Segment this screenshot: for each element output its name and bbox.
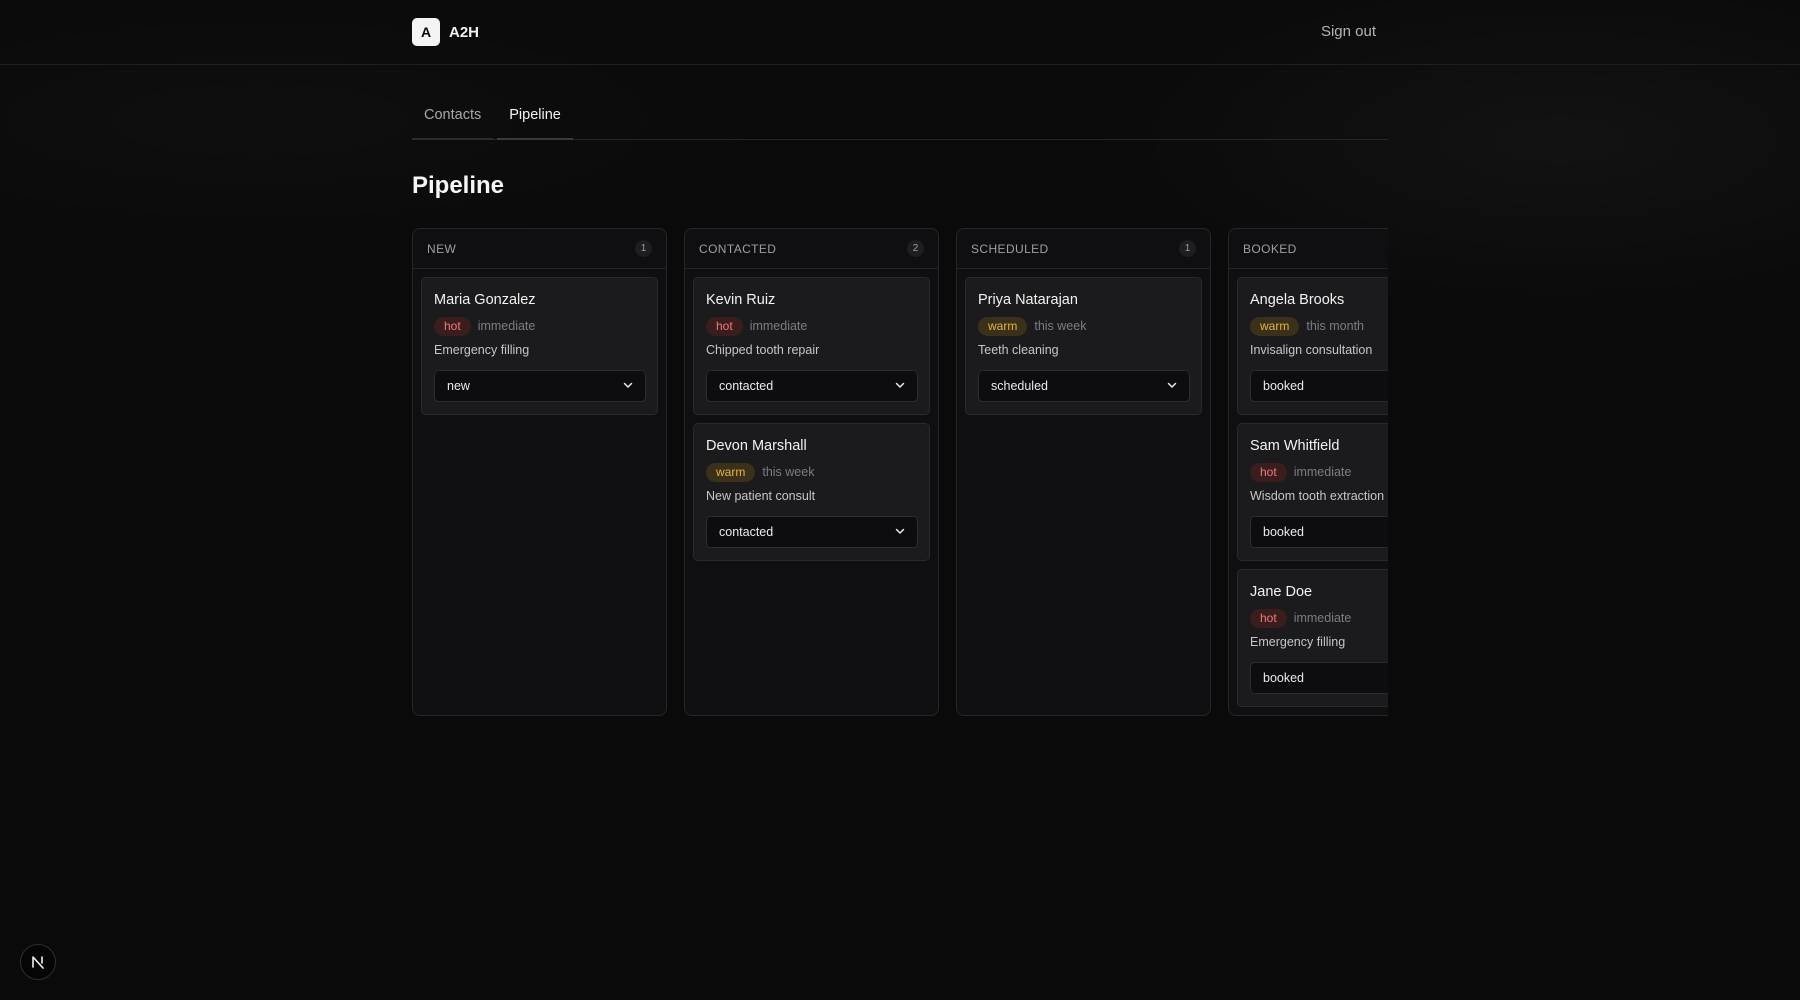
column-count-badge: 2 (907, 240, 924, 257)
timing-label: this week (1034, 319, 1087, 333)
status-select[interactable]: booked (1250, 370, 1388, 402)
chevron-down-icon (895, 379, 905, 393)
column-title: NEW (427, 241, 457, 256)
service-description: Emergency filling (434, 343, 530, 357)
card-list: Angela Brooks warm this month Invisalign co… (1229, 269, 1388, 715)
card-meta: hot immediate (1250, 608, 1388, 628)
temperature-badge: hot (1250, 462, 1287, 482)
status-select[interactable]: scheduled (978, 370, 1190, 402)
timing-label: immediate (477, 319, 536, 333)
contact-card[interactable]: Angela Brooks warm this month Invisalign co… (1237, 277, 1388, 415)
status-select-value: contacted (719, 525, 774, 539)
contact-name: Sam Whitfield (1250, 438, 1340, 454)
service-description: Teeth cleaning (978, 343, 1059, 357)
temperature-badge: hot (434, 316, 471, 336)
card-meta: warm this week (978, 316, 1189, 336)
n-glyph-icon (32, 956, 44, 969)
timing-label: this month (1306, 319, 1365, 333)
column-title: SCHEDULED (971, 241, 1049, 256)
column-header: BOOKED (1229, 229, 1388, 269)
contact-card[interactable]: Devon Marshall warm this week New patient c… (693, 423, 930, 561)
pipeline-column-new: NEW 1 Maria Gonzalez hot immediate Emergency … (412, 228, 667, 716)
card-meta: hot immediate (434, 316, 645, 336)
temperature-badge: warm (1250, 316, 1300, 336)
card-list: Priya Natarajan warm this week Teeth cleani… (957, 269, 1210, 423)
column-header: CONTACTED 2 (685, 229, 938, 269)
temperature-badge: hot (1250, 608, 1287, 628)
service-description: Invisalign consultation (1250, 343, 1373, 357)
pipeline-column-contacted: CONTACTED 2 Kevin Ruiz hot immediate Chipped … (684, 228, 939, 716)
column-title: CONTACTED (699, 241, 777, 256)
status-select-value: scheduled (991, 379, 1048, 393)
sign-out-button[interactable]: Sign out (1321, 23, 1376, 40)
timing-label: immediate (749, 319, 808, 333)
status-select-value: booked (1263, 671, 1305, 685)
nav-tabs: Contacts Pipeline (412, 97, 1388, 140)
column-header: NEW 1 (413, 229, 666, 269)
timing-label: this week (762, 465, 815, 479)
service-description: Emergency filling (1250, 635, 1346, 649)
card-meta: warm this week (706, 462, 917, 482)
contact-name: Priya Natarajan (978, 292, 1078, 308)
column-title: BOOKED (1243, 241, 1297, 256)
status-select-value: booked (1263, 379, 1305, 393)
brand-logo-icon: A (412, 18, 440, 46)
status-select[interactable]: contacted (706, 370, 918, 402)
contact-card[interactable]: Maria Gonzalez hot immediate Emergency fill… (421, 277, 658, 415)
pipeline-column-scheduled: SCHEDULED 1 Priya Natarajan warm this week Te… (956, 228, 1211, 716)
chevron-down-icon (1167, 379, 1177, 393)
card-list: Maria Gonzalez hot immediate Emergency fill… (413, 269, 666, 423)
contact-card[interactable]: Jane Doe hot immediate Emergency filling boo… (1237, 569, 1388, 707)
status-select[interactable]: booked (1250, 516, 1388, 548)
status-select[interactable]: contacted (706, 516, 918, 548)
temperature-badge: warm (706, 462, 756, 482)
contact-name: Kevin Ruiz (706, 292, 776, 308)
chevron-down-icon (623, 379, 633, 393)
brand[interactable]: A A2H (412, 18, 479, 46)
contact-name: Devon Marshall (706, 438, 807, 454)
nextjs-n-icon[interactable] (20, 944, 56, 980)
status-select[interactable]: booked (1250, 662, 1388, 694)
brand-name: A2H (449, 23, 480, 41)
tab-contacts[interactable]: Contacts (412, 97, 494, 140)
column-header: SCHEDULED 1 (957, 229, 1210, 269)
contact-card[interactable]: Sam Whitfield hot immediate Wisdom tooth ex… (1237, 423, 1388, 561)
temperature-badge: hot (706, 316, 743, 336)
service-description: New patient consult (706, 489, 816, 503)
pipeline-board: NEW 1 Maria Gonzalez hot immediate Emergency … (412, 228, 1388, 716)
contact-card[interactable]: Priya Natarajan warm this week Teeth cleani… (965, 277, 1202, 415)
service-description: Chipped tooth repair (706, 343, 820, 357)
status-select-value: new (447, 379, 470, 393)
top-bar: A A2H Sign out (0, 0, 1800, 65)
timing-label: immediate (1293, 465, 1352, 479)
tab-pipeline[interactable]: Pipeline (497, 97, 573, 140)
pipeline-board-viewport[interactable]: NEW 1 Maria Gonzalez hot immediate Emergency … (412, 228, 1388, 716)
contact-card[interactable]: Kevin Ruiz hot immediate Chipped tooth repa… (693, 277, 930, 415)
contact-name: Angela Brooks (1250, 292, 1345, 308)
status-select-value: contacted (719, 379, 774, 393)
timing-label: immediate (1293, 611, 1352, 625)
contact-name: Maria Gonzalez (434, 292, 536, 308)
chevron-down-icon (895, 525, 905, 539)
card-meta: hot immediate (1250, 462, 1388, 482)
contact-name: Jane Doe (1250, 584, 1313, 600)
service-description: Wisdom tooth extraction (1250, 489, 1385, 503)
status-select[interactable]: new (434, 370, 646, 402)
column-count-badge: 1 (1179, 240, 1196, 257)
card-meta: hot immediate (706, 316, 917, 336)
page-title: Pipeline (412, 172, 505, 199)
status-select-value: booked (1263, 525, 1305, 539)
temperature-badge: warm (978, 316, 1028, 336)
pipeline-column-booked: BOOKED Angela Brooks warm this month Invisal… (1228, 228, 1388, 716)
column-count-badge: 1 (635, 240, 652, 257)
card-meta: warm this month (1250, 316, 1388, 336)
card-list: Kevin Ruiz hot immediate Chipped tooth repa… (685, 269, 938, 569)
